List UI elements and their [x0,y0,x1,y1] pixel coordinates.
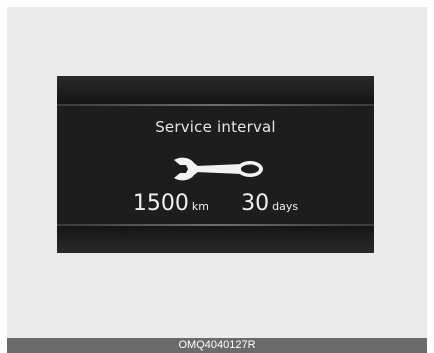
days-value: 30 [241,191,270,216]
service-interval-values: 1500 km 30 days [57,191,374,216]
display-bottom-band [57,226,374,253]
display-top-divider [57,104,374,106]
distance-value: 1500 [132,191,189,216]
service-interval-title: Service interval [155,118,276,136]
distance-unit: km [191,200,209,213]
cluster-display: Service interval 1500 km 30 days [57,76,374,253]
wrench-icon [174,157,263,181]
figure-code-caption: OMQ4040127R [7,338,427,353]
days-unit: days [272,200,299,213]
display-top-band [57,76,374,104]
